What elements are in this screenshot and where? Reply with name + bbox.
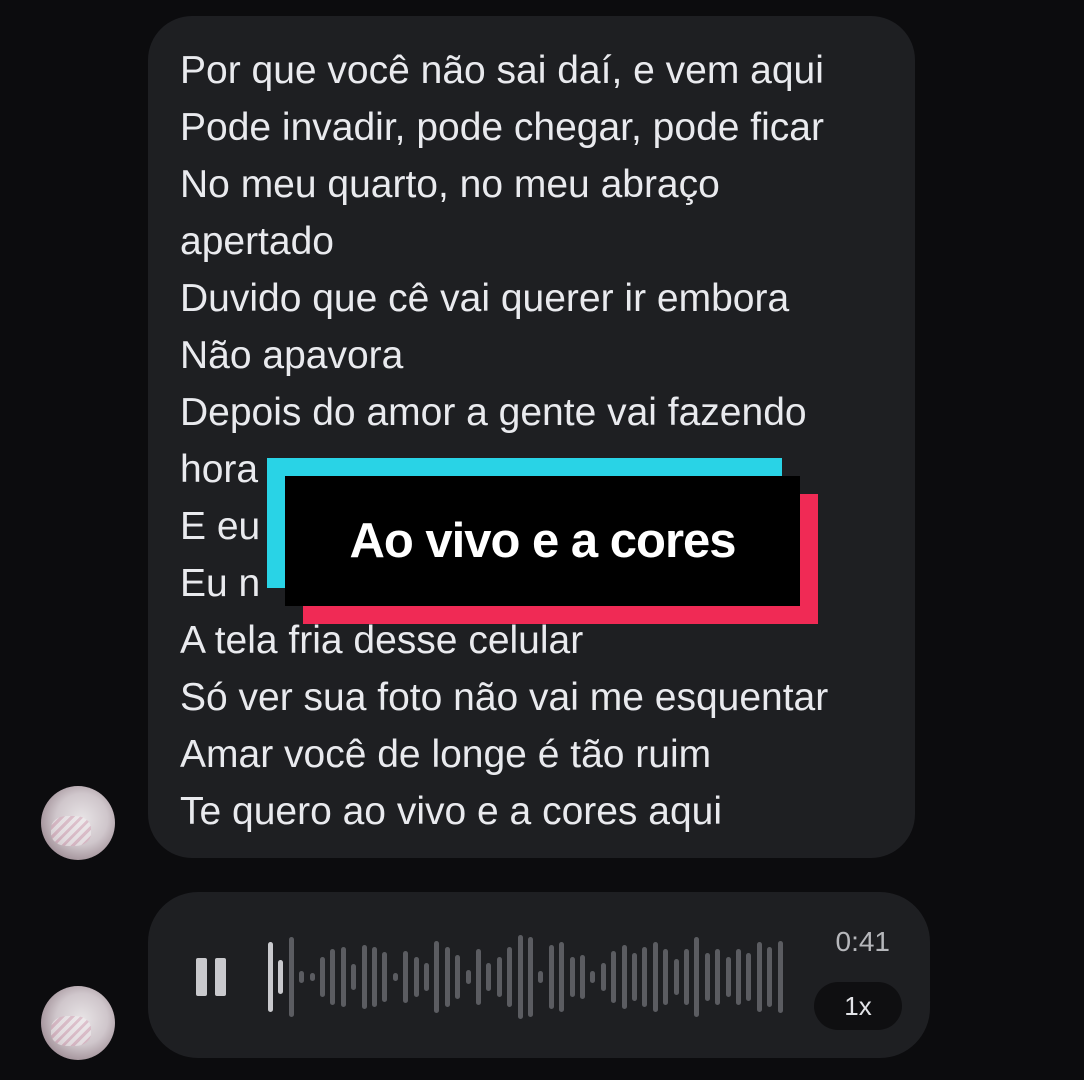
waveform-bar xyxy=(590,971,596,983)
waveform-bar xyxy=(746,953,752,1001)
lyric-line: Pode invadir, pode chegar, pode ficar xyxy=(180,106,824,149)
pause-icon[interactable] xyxy=(196,958,226,996)
waveform-bar xyxy=(611,951,617,1003)
waveform-bar xyxy=(652,942,658,1012)
waveform-bar xyxy=(372,947,377,1007)
waveform-bar xyxy=(517,935,523,1019)
lyric-line: Por que você não sai daí, e vem aqui xyxy=(180,49,824,92)
waveform-bar xyxy=(694,937,700,1017)
waveform-bar xyxy=(382,952,388,1002)
audio-waveform[interactable] xyxy=(268,922,788,1032)
lyric-line: No meu quarto, no meu abraço xyxy=(180,163,720,206)
waveform-bar xyxy=(455,955,461,999)
waveform-bar xyxy=(673,959,679,995)
waveform-bar xyxy=(392,973,398,981)
waveform-bar xyxy=(330,949,336,1005)
waveform-bar xyxy=(424,963,429,991)
lyric-line: apertado xyxy=(180,220,334,263)
waveform-bar xyxy=(704,953,710,1001)
waveform-bar xyxy=(507,947,513,1007)
lyric-line: Te quero ao vivo e a cores aqui xyxy=(180,790,723,833)
waveform-bar xyxy=(465,970,471,984)
waveform-bar xyxy=(299,971,305,983)
waveform-bar xyxy=(413,957,419,997)
lyric-line: Só ver sua foto não vai me esquentar xyxy=(180,676,829,719)
waveform-bar xyxy=(444,947,450,1007)
avatar[interactable] xyxy=(41,786,115,860)
waveform-bar xyxy=(496,957,502,997)
waveform-bar xyxy=(288,937,294,1017)
video-caption-overlay: Ao vivo e a cores xyxy=(285,476,800,606)
waveform-bar xyxy=(403,951,409,1003)
lyric-line: Duvido que cê vai querer ir embora xyxy=(180,277,790,320)
lyric-line: Depois do amor a gente vai fazendo xyxy=(180,391,807,434)
waveform-bar xyxy=(309,973,315,981)
waveform-bar xyxy=(340,947,346,1007)
waveform-bar xyxy=(268,942,273,1012)
waveform-bar xyxy=(580,955,585,999)
waveform-bar xyxy=(663,949,669,1005)
waveform-bar xyxy=(538,971,544,983)
waveform-bar xyxy=(278,960,284,994)
caption-text: Ao vivo e a cores xyxy=(349,514,736,568)
waveform-bar xyxy=(351,964,357,990)
waveform-bar xyxy=(684,949,689,1005)
waveform-bar xyxy=(777,941,783,1013)
waveform-bar xyxy=(528,937,533,1017)
lyric-line: A tela fria desse celular xyxy=(180,619,584,662)
waveform-bar xyxy=(569,957,575,997)
waveform-bar xyxy=(476,949,481,1005)
playback-speed-button[interactable]: 1x xyxy=(814,982,902,1030)
waveform-bar xyxy=(756,942,762,1012)
lyrics-message-bubble[interactable]: Por que você não sai daí, e vem aqui Pod… xyxy=(148,16,915,858)
avatar[interactable] xyxy=(41,986,115,1060)
waveform-bar xyxy=(621,945,627,1009)
waveform-bar xyxy=(642,947,648,1007)
waveform-bar xyxy=(320,957,325,997)
waveform-bar xyxy=(632,953,637,1001)
lyric-line: Amar você de longe é tão ruim xyxy=(180,733,712,776)
waveform-bar xyxy=(715,949,721,1005)
lyric-line: Não apavora xyxy=(180,334,404,377)
waveform-bar xyxy=(548,945,554,1009)
lyrics-text: Por que você não sai daí, e vem aqui Pod… xyxy=(180,42,900,840)
waveform-bar xyxy=(486,963,492,991)
audio-duration: 0:41 xyxy=(835,926,891,957)
waveform-bar xyxy=(725,957,731,997)
waveform-bar xyxy=(361,945,367,1009)
waveform-bar xyxy=(600,963,606,991)
waveform-bar xyxy=(434,941,440,1013)
voice-message-bubble[interactable]: 0:41 1x xyxy=(148,892,930,1058)
waveform-bar xyxy=(736,949,741,1005)
waveform-bar xyxy=(767,947,773,1007)
waveform-bar xyxy=(559,942,565,1012)
